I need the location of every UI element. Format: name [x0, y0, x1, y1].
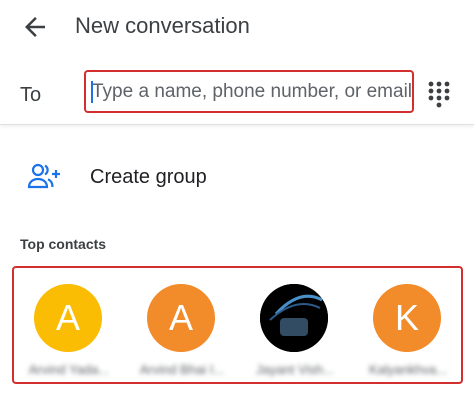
recipient-input-container[interactable]: [84, 70, 414, 113]
create-group-label: Create group: [90, 166, 207, 188]
top-contacts-heading: Top contacts: [20, 236, 107, 252]
page-title: New conversation: [75, 13, 250, 38]
avatar: A: [34, 284, 102, 352]
contact-item[interactable]: Jayant Vish...: [249, 284, 341, 377]
contact-item[interactable]: K Kalyankhva...: [362, 284, 454, 377]
arrow-back-icon[interactable]: [20, 12, 50, 42]
text-cursor: [91, 81, 93, 103]
contact-item[interactable]: A Arvind Yada...: [23, 284, 115, 377]
contact-name: Arvind Bhai I...: [139, 362, 225, 377]
avatar: A: [147, 284, 215, 352]
create-group-button[interactable]: Create group: [0, 148, 474, 206]
avatar-photo: [260, 284, 328, 352]
dialpad-icon[interactable]: [424, 79, 454, 109]
add-group-icon: [27, 163, 60, 189]
avatar: K: [373, 284, 441, 352]
contact-item[interactable]: A Arvind Bhai I...: [136, 284, 228, 377]
recipient-row: To: [0, 62, 474, 125]
profile-photo: [260, 284, 328, 352]
top-contacts-list: A Arvind Yada... A Arvind Bhai I... Jaya…: [12, 266, 463, 384]
to-label: To: [20, 84, 42, 106]
recipient-input[interactable]: [90, 72, 414, 111]
top-app-bar: New conversation: [0, 0, 474, 56]
contact-name: Kalyankhva...: [368, 362, 448, 377]
contact-name: Arvind Yada...: [28, 362, 110, 377]
contact-name: Jayant Vish...: [256, 362, 334, 377]
